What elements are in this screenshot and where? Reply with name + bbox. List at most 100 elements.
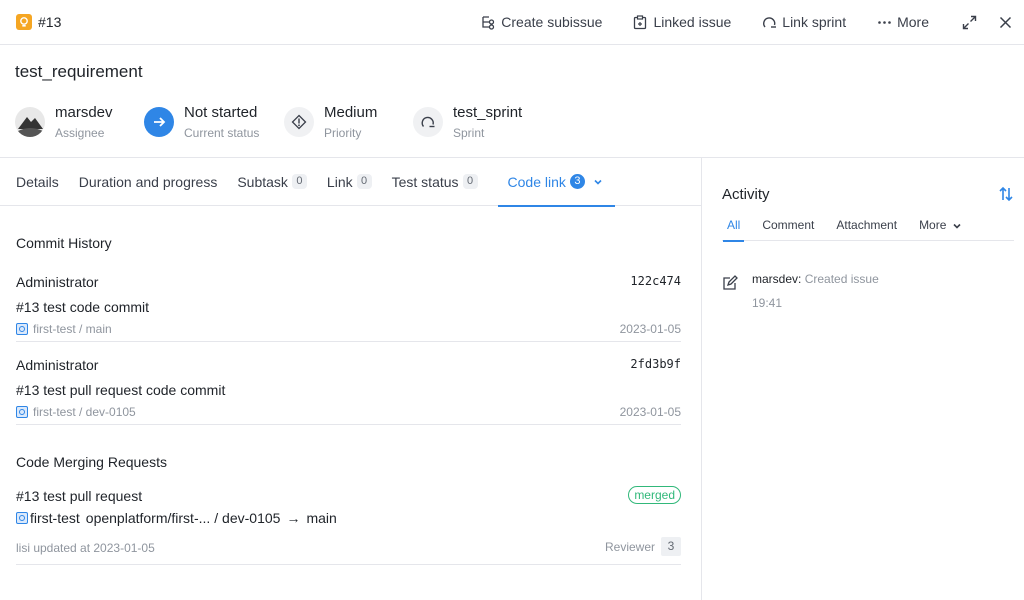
commit-repo[interactable]: first-test / dev-0105: [16, 405, 136, 419]
priority-icon: [284, 107, 314, 137]
reviewer-label: Reviewer: [604, 539, 655, 554]
linked-issue-button[interactable]: Linked issue: [633, 14, 731, 30]
activity-user: marsdev:: [752, 272, 802, 286]
count-badge: 0: [291, 174, 307, 189]
sprint-icon: [413, 107, 443, 137]
commit-hash[interactable]: 2fd3b9f: [630, 357, 681, 371]
close-icon[interactable]: [996, 13, 1014, 31]
reviewer-count[interactable]: 3: [661, 537, 681, 556]
activity-tab-all[interactable]: All: [722, 213, 745, 242]
count-badge: 0: [462, 174, 478, 189]
sprint-value: test_sprint: [453, 104, 523, 121]
linked-issue-icon: [634, 14, 647, 29]
expand-icon[interactable]: [960, 13, 978, 31]
activity-tab-attachment[interactable]: Attachment: [836, 213, 897, 241]
commit-author: Administrator: [16, 274, 99, 290]
tab-subtask[interactable]: Subtask 0: [237, 158, 307, 206]
commit-message: #13 test pull request code commit: [16, 382, 226, 398]
more-label: More: [897, 14, 929, 30]
tab-label: Code link: [507, 173, 566, 190]
sort-icon[interactable]: [998, 186, 1014, 205]
commit-item[interactable]: Administrator 122c474 #13 test code comm…: [16, 269, 681, 342]
assignee-label: Assignee: [55, 126, 105, 140]
tab-label: Test status: [391, 173, 459, 190]
reviewer-info: Reviewer 3: [605, 537, 681, 556]
tab-link[interactable]: Link 0: [327, 158, 372, 206]
tab-bar: Details Duration and progress Subtask 0 L…: [0, 158, 701, 207]
merge-requests-title: Code Merging Requests: [16, 454, 167, 470]
repo-text: first-test / dev-0105: [33, 405, 136, 419]
updated-info: lisi updated at 2023-01-05: [16, 541, 155, 555]
repo-icon: [16, 323, 28, 335]
activity-tab-more-label: More: [919, 218, 947, 232]
commit-hash[interactable]: 122c474: [630, 274, 681, 288]
count-badge: 0: [356, 174, 372, 189]
status-label: Current status: [184, 126, 260, 140]
count-badge: 3: [569, 174, 585, 189]
activity-tabs: All Comment Attachment More: [722, 213, 1014, 242]
tab-test-status[interactable]: Test status 0: [392, 158, 478, 206]
tab-duration[interactable]: Duration and progress: [79, 158, 218, 206]
repo-icon: [16, 406, 28, 418]
priority-value: Medium: [324, 104, 378, 121]
commit-history-title: Commit History: [16, 235, 112, 251]
merge-branch-info: first-test openplatform/first-... / dev-…: [16, 510, 337, 526]
panel-divider: [701, 158, 702, 600]
merge-request-item[interactable]: #13 test pull request merged first-test …: [16, 486, 681, 565]
commit-date: 2023-01-05: [619, 405, 681, 419]
avatar: [15, 107, 45, 137]
source-branch: / dev-0105: [214, 510, 281, 526]
status-badge: merged: [628, 486, 681, 504]
tab-code-link[interactable]: Code link 3: [497, 158, 616, 207]
issue-id: #13: [16, 14, 61, 30]
source-repo: openplatform/first-...: [85, 510, 211, 526]
merge-request-title: #13 test pull request: [16, 488, 143, 504]
activity-time: 19:41: [752, 296, 783, 310]
more-button[interactable]: More: [877, 14, 929, 30]
linked-issue-label: Linked issue: [653, 14, 732, 30]
repo-text: first-test / main: [33, 322, 112, 336]
top-bar: #13 Create subissue Linked issue Link sp…: [0, 0, 1024, 45]
activity-tab-more[interactable]: More: [919, 213, 962, 241]
chevron-down-icon[interactable]: [593, 177, 603, 187]
link-sprint-label: Link sprint: [782, 14, 847, 30]
priority-label: Priority: [324, 126, 362, 140]
edit-icon: [723, 275, 738, 290]
issue-id-text: #13: [38, 14, 62, 30]
tab-label: Details: [16, 173, 59, 190]
commit-date: 2023-01-05: [619, 322, 681, 336]
sprint-label: Sprint: [453, 126, 485, 140]
arrow-right-icon: [144, 107, 174, 137]
activity-text: marsdev: Created issue: [752, 272, 879, 286]
priority-field[interactable]: Medium Priority: [284, 104, 413, 140]
target-branch: main: [306, 510, 337, 526]
status-value: Not started: [184, 104, 258, 121]
activity-title: Activity: [722, 186, 770, 203]
tab-label: Subtask: [237, 173, 288, 190]
ellipsis-icon: [878, 20, 891, 24]
commit-author: Administrator: [16, 357, 99, 373]
issue-title[interactable]: test_requirement: [15, 62, 143, 82]
tab-label: Duration and progress: [78, 173, 218, 190]
activity-action: Created issue: [804, 272, 879, 286]
assignee-value: marsdev: [55, 104, 113, 121]
link-sprint-button[interactable]: Link sprint: [762, 14, 846, 30]
lightbulb-icon: [16, 14, 32, 30]
assignee-field[interactable]: marsdev Assignee: [15, 104, 144, 140]
arrow-right-icon: →: [286, 510, 301, 526]
create-subissue-button[interactable]: Create subissue: [481, 14, 602, 30]
commit-item[interactable]: Administrator 2fd3b9f #13 test pull requ…: [16, 352, 681, 425]
subissue-icon: [482, 15, 495, 30]
commit-message: #13 test code commit: [16, 299, 150, 315]
sprint-field[interactable]: test_sprint Sprint: [413, 104, 522, 140]
commit-repo[interactable]: first-test / main: [16, 322, 112, 336]
status-field[interactable]: Not started Current status: [144, 104, 284, 140]
sprint-icon: [763, 16, 777, 28]
chevron-down-icon: [953, 223, 961, 229]
repo-text[interactable]: first-test: [30, 510, 80, 526]
create-subissue-label: Create subissue: [501, 14, 603, 30]
repo-icon: [16, 512, 28, 524]
tab-label: Link: [326, 173, 353, 190]
activity-tab-comment[interactable]: Comment: [762, 213, 814, 241]
tab-details[interactable]: Details: [16, 158, 59, 206]
